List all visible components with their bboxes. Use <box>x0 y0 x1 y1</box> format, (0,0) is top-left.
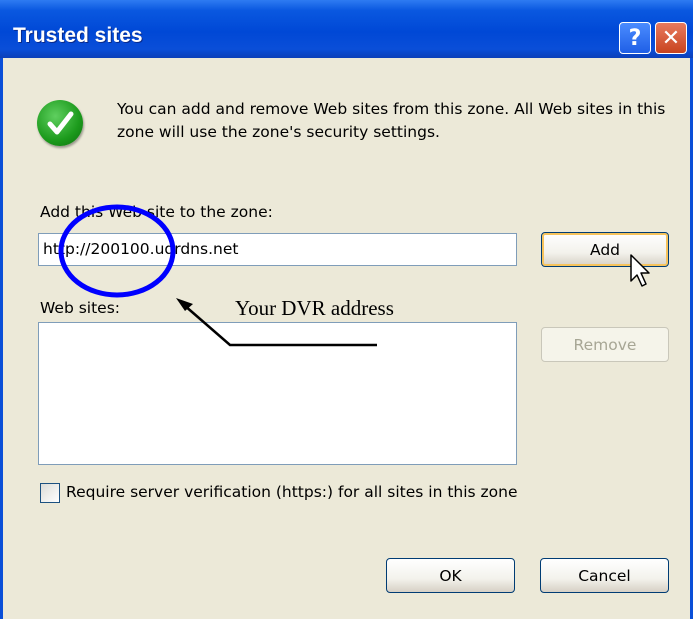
site-url-input[interactable]: http://200100.udrdns.net <box>38 233 517 266</box>
server-verification-label: Require server verification (https:) for… <box>66 483 518 501</box>
dialog-title: Trusted sites <box>13 24 143 47</box>
remove-button-label: Remove <box>573 335 637 354</box>
title-bar[interactable]: Trusted sites ? ✕ <box>0 0 693 58</box>
server-verification-checkbox[interactable] <box>40 483 60 503</box>
websites-list[interactable] <box>38 322 517 465</box>
help-button[interactable]: ? <box>619 22 651 54</box>
cancel-button[interactable]: Cancel <box>540 558 669 593</box>
mouse-pointer-icon <box>630 254 650 287</box>
close-icon: ✕ <box>661 25 681 51</box>
add-site-label: Add this Web site to the zone: <box>40 203 273 221</box>
remove-button[interactable]: Remove <box>541 327 669 362</box>
annotation-label: Your DVR address <box>235 296 394 320</box>
trusted-sites-dialog: Trusted sites ? ✕ You can add and remove… <box>0 0 693 619</box>
check-icon <box>37 100 83 146</box>
cancel-button-label: Cancel <box>578 566 631 585</box>
zone-info-text: You can add and remove Web sites from th… <box>117 100 666 141</box>
ok-button-label: OK <box>439 566 462 585</box>
websites-label: Web sites: <box>40 299 121 317</box>
close-button[interactable]: ✕ <box>655 22 687 54</box>
ok-button[interactable]: OK <box>386 558 515 593</box>
add-button-label: Add <box>589 240 620 259</box>
help-icon: ? <box>628 25 642 51</box>
